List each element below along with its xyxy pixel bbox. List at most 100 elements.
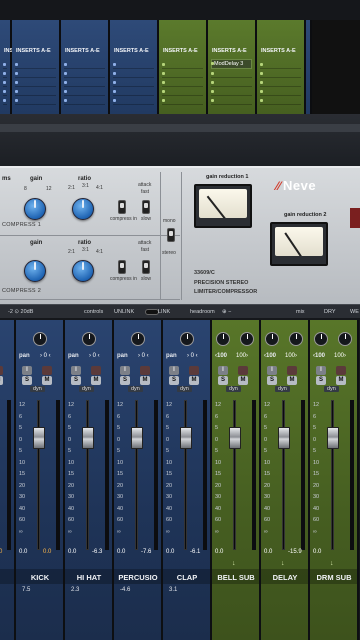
input-button[interactable]: I — [218, 366, 228, 375]
mute-button[interactable]: M — [0, 376, 3, 385]
inserts-header[interactable]: INSERTS A-E — [208, 20, 255, 54]
pan-value[interactable]: 100› — [334, 353, 346, 359]
compress-in-toggle-1[interactable] — [118, 200, 126, 214]
insert-slot[interactable] — [113, 87, 154, 96]
pan-value[interactable]: 100› — [285, 353, 297, 359]
inserts-header[interactable]: INSERTS A-E — [61, 20, 108, 54]
pan-value[interactable]: › 0 ‹ — [89, 353, 100, 359]
insert-slot[interactable] — [64, 60, 105, 69]
compress-in-toggle-2[interactable] — [118, 260, 126, 274]
insert-slot[interactable] — [162, 96, 203, 105]
volume-readout[interactable]: 0.0 — [264, 549, 272, 555]
input-button[interactable]: I — [316, 366, 326, 375]
pan-knob-left[interactable] — [265, 332, 279, 346]
record-button[interactable] — [287, 366, 297, 375]
record-button[interactable] — [42, 366, 52, 375]
link-switch[interactable] — [145, 308, 159, 315]
dyn-button[interactable]: dyn — [79, 386, 94, 392]
insert-slot[interactable] — [260, 60, 301, 69]
volume-readout[interactable]: 0.0 — [19, 549, 27, 555]
pan-knob[interactable] — [180, 332, 194, 346]
insert-slot[interactable] — [113, 96, 154, 105]
mute-button[interactable]: M — [238, 376, 248, 385]
ratio-knob-2[interactable] — [72, 260, 94, 282]
channel-name[interactable]: KICK — [20, 573, 60, 582]
pan-knob-right[interactable] — [338, 332, 352, 346]
insert-slot[interactable] — [260, 87, 301, 96]
pan-knob[interactable] — [82, 332, 96, 346]
insert-slot[interactable] — [15, 78, 56, 87]
insert-slot[interactable] — [260, 69, 301, 78]
record-button[interactable] — [0, 366, 3, 375]
solo-button[interactable]: S — [169, 376, 179, 385]
dyn-button[interactable]: dyn — [324, 386, 339, 392]
insert-slot[interactable] — [260, 96, 301, 105]
insert-slot[interactable] — [162, 78, 203, 87]
plugin-chip[interactable]: ModDelay 3 — [211, 59, 252, 69]
dyn-button[interactable]: dyn — [275, 386, 290, 392]
headroom-knob[interactable]: ⊕ − — [222, 309, 231, 315]
volume-fader[interactable] — [82, 427, 94, 449]
insert-slot[interactable] — [162, 87, 203, 96]
volume-fader[interactable] — [131, 427, 143, 449]
channel-name[interactable]: CLAP — [167, 573, 207, 582]
insert-slot[interactable] — [3, 78, 7, 87]
insert-slot[interactable] — [211, 69, 252, 78]
solo-button[interactable]: S — [267, 376, 277, 385]
channel-name[interactable]: HI HAT — [69, 573, 109, 582]
insert-slot[interactable] — [211, 87, 252, 96]
mute-button[interactable]: M — [336, 376, 346, 385]
insert-slot[interactable] — [15, 69, 56, 78]
input-button[interactable]: I — [120, 366, 130, 375]
mono-stereo-toggle[interactable] — [167, 228, 175, 242]
insert-slot[interactable] — [64, 69, 105, 78]
solo-button[interactable]: S — [22, 376, 32, 385]
insert-slot[interactable] — [113, 78, 154, 87]
volume-readout[interactable]: 0.0 — [68, 549, 76, 555]
insert-slot[interactable]: ModDelay 3 — [211, 59, 252, 69]
channel-name[interactable]: PERCUSIO — [118, 573, 158, 582]
pan-knob[interactable] — [131, 332, 145, 346]
insert-slot[interactable] — [3, 87, 7, 96]
inserts-header[interactable]: INSERTS A-E — [110, 20, 157, 54]
record-button[interactable] — [336, 366, 346, 375]
pan-knob[interactable] — [33, 332, 47, 346]
pan-value[interactable]: 100› — [236, 353, 248, 359]
insert-slot[interactable] — [113, 69, 154, 78]
record-button[interactable] — [189, 366, 199, 375]
insert-slot[interactable] — [64, 87, 105, 96]
volume-readout[interactable]: 0.0 — [117, 549, 125, 555]
record-button[interactable] — [91, 366, 101, 375]
input-button[interactable]: I — [71, 366, 81, 375]
pan-knob-left[interactable] — [216, 332, 230, 346]
volume-readout[interactable]: 0.0 — [313, 549, 321, 555]
channel-name[interactable]: DRM SUB — [314, 573, 354, 582]
volume-readout[interactable]: 0.0 — [215, 549, 223, 555]
pan-knob-right[interactable] — [289, 332, 303, 346]
volume-readout[interactable]: 0.0 — [166, 549, 174, 555]
input-button[interactable]: I — [169, 366, 179, 375]
inserts-header[interactable]: INSERTS A-E — [257, 20, 304, 54]
insert-slot[interactable] — [64, 78, 105, 87]
record-button[interactable] — [238, 366, 248, 375]
input-button[interactable]: I — [22, 366, 32, 375]
unlink-button[interactable]: UNLINK — [114, 309, 134, 315]
solo-button[interactable]: S — [218, 376, 228, 385]
mute-button[interactable]: M — [287, 376, 297, 385]
insert-slot[interactable] — [3, 69, 7, 78]
insert-slot[interactable] — [3, 60, 7, 69]
dyn-button[interactable]: dyn — [30, 386, 45, 392]
insert-slot[interactable] — [211, 96, 252, 105]
solo-button[interactable]: S — [71, 376, 81, 385]
volume-fader[interactable] — [229, 427, 241, 449]
volume-fader[interactable] — [180, 427, 192, 449]
pan-knob-left[interactable] — [314, 332, 328, 346]
channel-name[interactable]: BELL SUB — [216, 573, 256, 582]
attack-toggle-1[interactable] — [142, 200, 150, 214]
inserts-header[interactable]: INSERTS A-E — [0, 20, 39, 54]
insert-slot[interactable] — [15, 96, 56, 105]
insert-slot[interactable] — [64, 96, 105, 105]
channel-name[interactable]: DELAY — [265, 573, 305, 582]
insert-slot[interactable] — [211, 78, 252, 87]
insert-slot[interactable] — [113, 60, 154, 69]
